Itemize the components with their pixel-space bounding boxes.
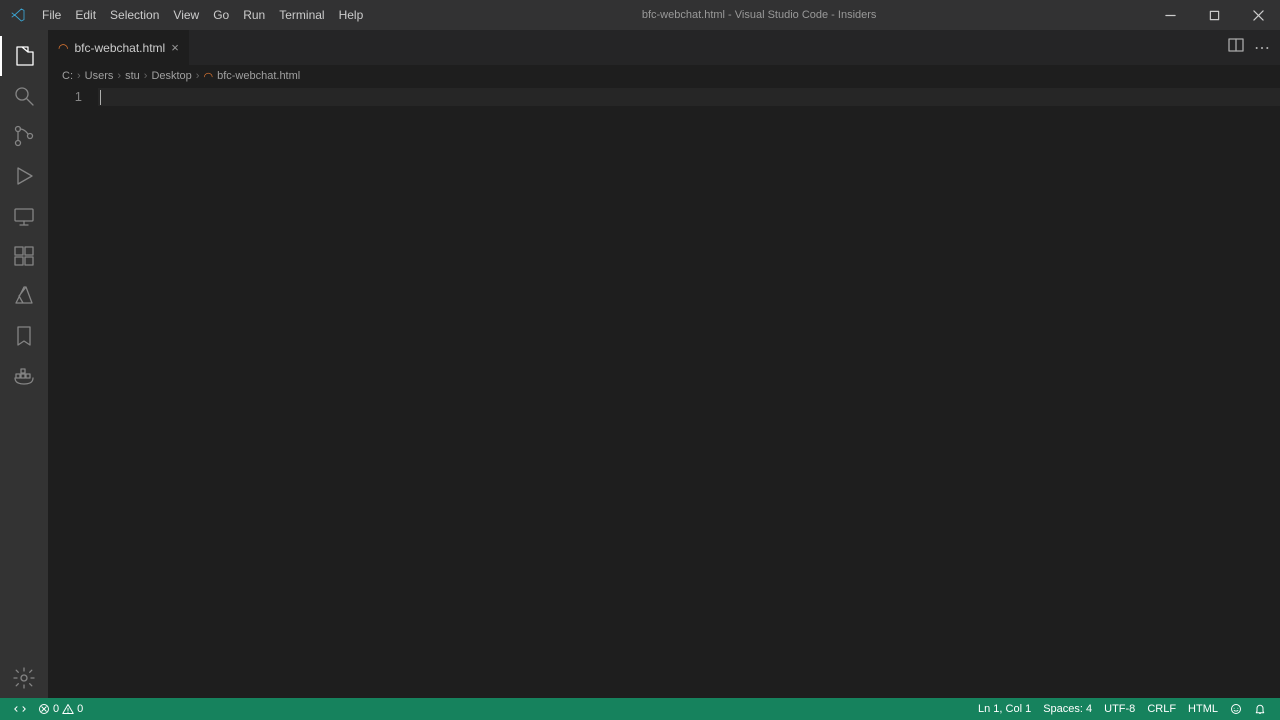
html-file-icon: ◠ xyxy=(203,70,213,83)
maximize-button[interactable] xyxy=(1192,0,1236,30)
line-gutter: 1 xyxy=(48,87,98,698)
code-area[interactable] xyxy=(98,87,1280,698)
activity-extensions[interactable] xyxy=(0,236,48,276)
tabs-bar: ◠ bfc-webchat.html × ⋯ xyxy=(48,30,1280,65)
breadcrumb-user[interactable]: stu xyxy=(125,70,140,82)
status-warnings-count: 0 xyxy=(77,703,83,715)
current-line-highlight xyxy=(98,88,1280,106)
app-root: File Edit Selection View Go Run Terminal… xyxy=(0,0,1280,720)
status-cursor-position[interactable]: Ln 1, Col 1 xyxy=(972,703,1037,715)
breadcrumbs[interactable]: C: › Users › stu › Desktop › ◠ bfc-webch… xyxy=(48,65,1280,87)
split-editor-icon[interactable] xyxy=(1228,37,1244,58)
tab-actions: ⋯ xyxy=(1218,30,1280,65)
status-encoding[interactable]: UTF-8 xyxy=(1098,703,1141,715)
more-actions-icon[interactable]: ⋯ xyxy=(1254,38,1270,58)
minimize-button[interactable] xyxy=(1148,0,1192,30)
activity-run-debug[interactable] xyxy=(0,156,48,196)
status-eol[interactable]: CRLF xyxy=(1141,703,1182,715)
html-file-icon: ◠ xyxy=(58,41,68,55)
tab-bfc-webchat[interactable]: ◠ bfc-webchat.html × xyxy=(48,30,190,65)
tab-close-icon[interactable]: × xyxy=(171,40,179,55)
menu-view[interactable]: View xyxy=(166,8,206,22)
chevron-right-icon: › xyxy=(196,70,200,82)
status-bell-icon[interactable] xyxy=(1248,703,1272,715)
activity-remote[interactable] xyxy=(0,196,48,236)
activity-bookmarks[interactable] xyxy=(0,316,48,356)
breadcrumb-file[interactable]: bfc-webchat.html xyxy=(217,70,300,82)
menu-bar: File Edit Selection View Go Run Terminal… xyxy=(35,8,370,22)
activity-azure[interactable] xyxy=(0,276,48,316)
chevron-right-icon: › xyxy=(117,70,121,82)
chevron-right-icon: › xyxy=(77,70,81,82)
status-remote[interactable] xyxy=(8,703,32,715)
breadcrumb-desktop[interactable]: Desktop xyxy=(151,70,191,82)
chevron-right-icon: › xyxy=(144,70,148,82)
window-controls xyxy=(1148,0,1280,30)
menu-file[interactable]: File xyxy=(35,8,68,22)
status-feedback-icon[interactable] xyxy=(1224,703,1248,715)
breadcrumb-drive[interactable]: C: xyxy=(62,70,73,82)
menu-terminal[interactable]: Terminal xyxy=(272,8,331,22)
window-title: bfc-webchat.html - Visual Studio Code - … xyxy=(370,9,1148,21)
app-logo xyxy=(0,7,35,23)
menu-help[interactable]: Help xyxy=(332,8,371,22)
text-cursor xyxy=(100,90,101,105)
activity-source-control[interactable] xyxy=(0,116,48,156)
menu-edit[interactable]: Edit xyxy=(68,8,103,22)
breadcrumb-users[interactable]: Users xyxy=(85,70,114,82)
activity-explorer[interactable] xyxy=(0,36,48,76)
close-button[interactable] xyxy=(1236,0,1280,30)
activity-bar xyxy=(0,30,48,698)
status-problems[interactable]: 0 0 xyxy=(32,703,89,715)
activity-settings[interactable] xyxy=(0,658,48,698)
tab-label: bfc-webchat.html xyxy=(74,41,165,55)
menu-selection[interactable]: Selection xyxy=(103,8,166,22)
activity-docker[interactable] xyxy=(0,356,48,396)
title-bar: File Edit Selection View Go Run Terminal… xyxy=(0,0,1280,30)
line-number: 1 xyxy=(48,89,82,104)
activity-search[interactable] xyxy=(0,76,48,116)
menu-run[interactable]: Run xyxy=(236,8,272,22)
status-language[interactable]: HTML xyxy=(1182,703,1224,715)
workbench-body: ◠ bfc-webchat.html × ⋯ C: › Users › stu … xyxy=(0,30,1280,698)
status-bar: 0 0 Ln 1, Col 1 Spaces: 4 UTF-8 CRLF HTM… xyxy=(0,698,1280,720)
editor-group: ◠ bfc-webchat.html × ⋯ C: › Users › stu … xyxy=(48,30,1280,698)
status-indent[interactable]: Spaces: 4 xyxy=(1037,703,1098,715)
menu-go[interactable]: Go xyxy=(206,8,236,22)
status-errors-count: 0 xyxy=(53,703,59,715)
text-editor[interactable]: 1 xyxy=(48,87,1280,698)
